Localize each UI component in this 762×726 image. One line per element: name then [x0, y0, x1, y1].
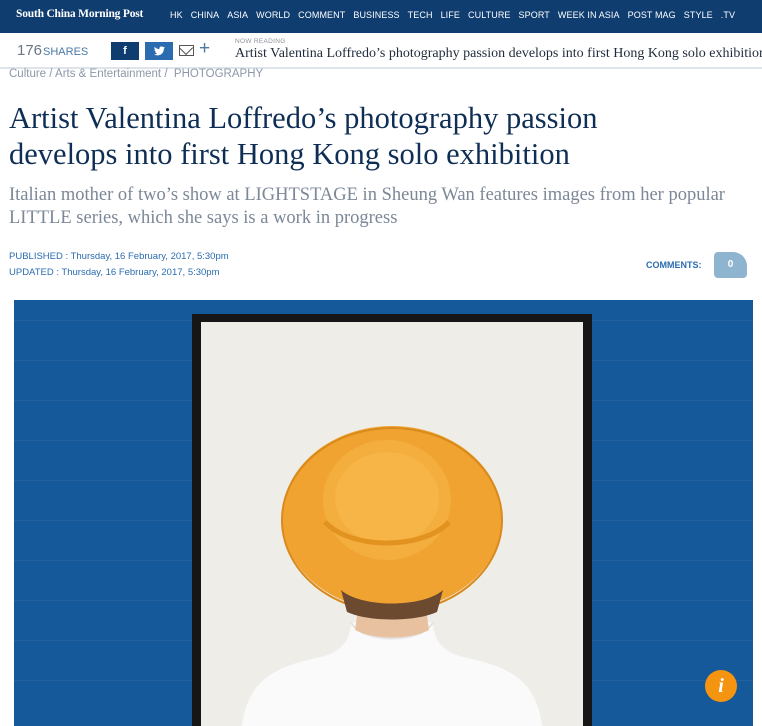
article-headline: Artist Valentina Loffredo’s photography …: [9, 101, 598, 171]
nav-item-tv[interactable]: .TV: [721, 10, 735, 20]
share-bar: 176SHARES f + NOW READING Artist Valenti…: [0, 33, 762, 69]
nav-item-asia[interactable]: ASIA: [227, 10, 248, 20]
top-navigation-bar: South China Morning Post HK CHINA ASIA W…: [0, 0, 762, 33]
breadcrumb-culture[interactable]: Culture: [9, 68, 46, 80]
breadcrumb: Culture / Arts & Entertainment / PHOTOGR…: [9, 68, 264, 80]
hero-image: [14, 300, 753, 726]
woman-in-orange-hat-figure: [241, 426, 543, 726]
nav-item-china[interactable]: CHINA: [191, 10, 220, 20]
nav-item-culture[interactable]: CULTURE: [468, 10, 511, 20]
picture-frame: [192, 314, 592, 726]
updated-date: UPDATED : Thursday, 16 February, 2017, 5…: [9, 267, 220, 278]
nav-item-post-mag[interactable]: POST MAG: [628, 10, 676, 20]
site-logo[interactable]: South China Morning Post: [16, 8, 143, 20]
twitter-share-button[interactable]: [145, 42, 173, 60]
share-count-number: 176: [17, 42, 43, 59]
section-nav: HK CHINA ASIA WORLD COMMENT BUSINESS TEC…: [170, 10, 743, 20]
info-icon[interactable]: i: [705, 670, 737, 702]
breadcrumb-arts-entertainment[interactable]: Arts & Entertainment: [55, 68, 161, 80]
facebook-share-button[interactable]: f: [111, 42, 139, 60]
nav-item-style[interactable]: STYLE: [684, 10, 713, 20]
breadcrumb-photography[interactable]: PHOTOGRAPHY: [174, 68, 263, 80]
nav-item-business[interactable]: BUSINESS: [353, 10, 399, 20]
comments-count-badge[interactable]: 0: [714, 252, 747, 278]
share-count: 176SHARES: [17, 42, 88, 59]
nav-item-life[interactable]: LIFE: [441, 10, 460, 20]
nav-item-sport[interactable]: SPORT: [519, 10, 550, 20]
share-count-label: SHARES: [43, 46, 89, 58]
published-date: PUBLISHED : Thursday, 16 February, 2017,…: [9, 251, 229, 262]
nav-item-hk[interactable]: HK: [170, 10, 183, 20]
twitter-icon: [153, 46, 165, 56]
nav-item-week-in-asia[interactable]: WEEK IN ASIA: [558, 10, 620, 20]
article-meta: PUBLISHED : Thursday, 16 February, 2017,…: [9, 249, 229, 281]
facebook-icon: f: [123, 45, 127, 57]
nav-item-world[interactable]: WORLD: [256, 10, 290, 20]
email-share-icon[interactable]: [179, 45, 194, 56]
article-subheadline: Italian mother of two’s show at LIGHTSTA…: [9, 185, 725, 228]
nav-item-comment[interactable]: COMMENT: [298, 10, 345, 20]
photo-canvas: [201, 322, 583, 726]
nav-item-tech[interactable]: TECH: [408, 10, 433, 20]
more-share-icon[interactable]: +: [199, 39, 210, 59]
comments-label[interactable]: COMMENTS:: [646, 260, 702, 270]
now-reading-title: Artist Valentina Loffredo’s photography …: [235, 46, 762, 61]
now-reading-label: NOW READING: [235, 38, 286, 45]
